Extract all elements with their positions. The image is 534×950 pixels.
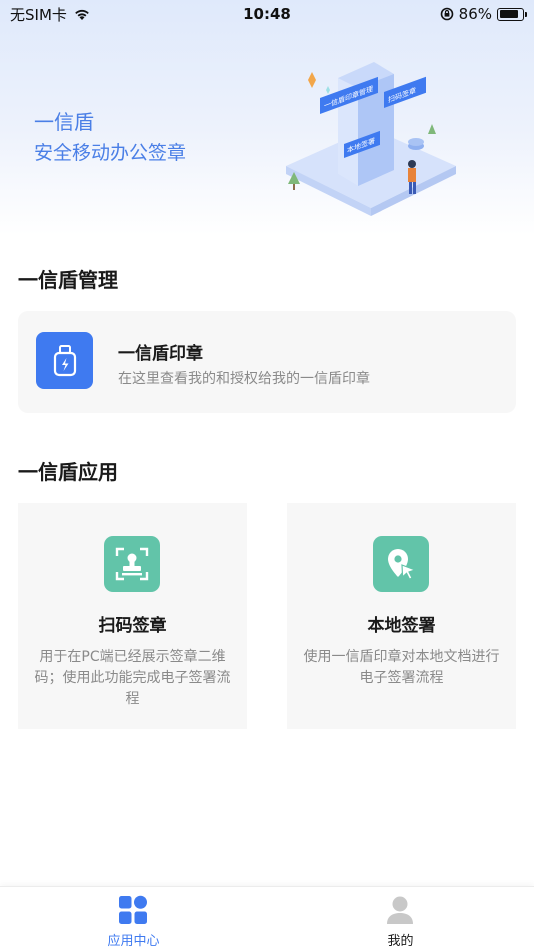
battery-icon xyxy=(497,7,527,21)
seal-management-card[interactable]: 一信盾印章 在这里查看我的和授权给我的一信盾印章 xyxy=(18,311,516,413)
isometric-illustration: 一信盾印章管理 扫码签章 本地签署 xyxy=(286,62,456,216)
banner-title: 一信盾 xyxy=(34,110,94,134)
management-section-title: 一信盾管理 xyxy=(18,268,118,292)
seal-card-description: 在这里查看我的和授权给我的一信盾印章 xyxy=(118,371,370,387)
grid-icon xyxy=(119,895,147,924)
local-sign-description: 使用一信盾印章对本地文档进行电子签署流程 xyxy=(303,649,500,686)
scan-stamp-card[interactable]: 扫码签章 用于在PC端已经展示签章二维码；使用此功能完成电子签署流程 xyxy=(18,503,247,729)
local-sign-title: 本地签署 xyxy=(367,616,436,636)
scan-stamp-title: 扫码签章 xyxy=(98,616,167,636)
tab-mine-label: 我的 xyxy=(387,934,414,949)
header-banner: 一信盾 安全移动办公签章 一信盾印章管理 扫码签章 本地签署 xyxy=(0,0,534,235)
battery-percent: 86% xyxy=(458,5,492,23)
local-sign-card[interactable]: 本地签署 使用一信盾印章对本地文档进行电子签署流程 xyxy=(287,503,516,729)
usb-key-icon xyxy=(36,332,93,389)
bottom-tab-bar: 应用中心 我的 xyxy=(0,886,534,950)
battery-level xyxy=(499,10,519,18)
tab-app-center-label: 应用中心 xyxy=(107,934,160,949)
scan-stamp-description: 用于在PC端已经展示签章二维码；使用此功能完成电子签署流程 xyxy=(34,649,231,707)
tab-mine[interactable]: 我的 xyxy=(267,887,534,950)
tab-app-center[interactable]: 应用中心 xyxy=(0,887,267,950)
banner-subtitle: 安全移动办公签章 xyxy=(34,142,187,164)
status-bar: 无SIM卡 10:48 86% xyxy=(0,0,534,28)
wifi-icon xyxy=(75,9,89,20)
seal-card-title: 一信盾印章 xyxy=(118,344,203,364)
scan-stamp-icon xyxy=(104,536,160,592)
user-icon xyxy=(387,896,413,924)
carrier-label: 无SIM卡 xyxy=(10,5,67,24)
rotation-lock-icon xyxy=(440,7,453,21)
applications-section-title: 一信盾应用 xyxy=(18,460,118,484)
location-pointer-icon xyxy=(373,536,429,592)
